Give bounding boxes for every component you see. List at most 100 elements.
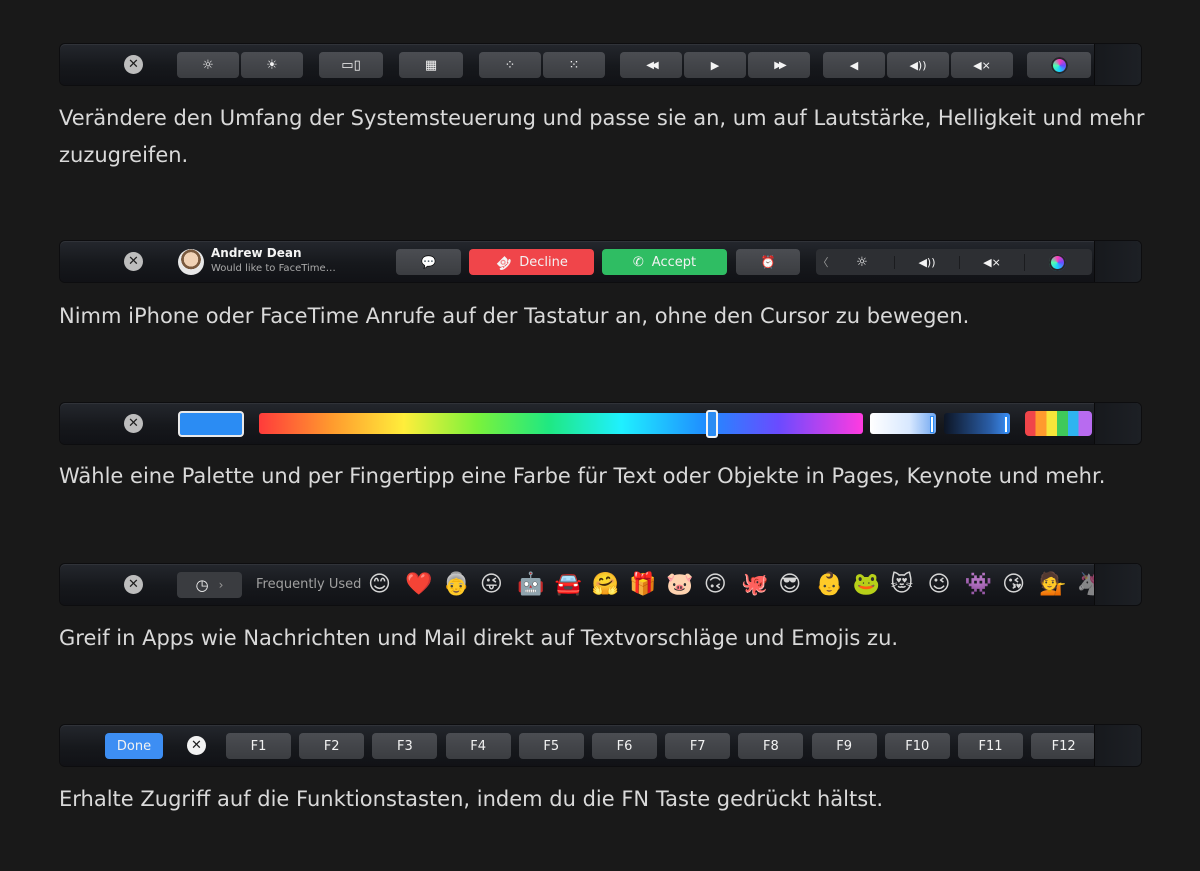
emoji-key[interactable]: 🐷 (666, 572, 693, 598)
touchbar-color-picker: ✕ (60, 403, 1141, 444)
function-key-label: F2 (323, 738, 340, 754)
function-key-f11[interactable]: F11 (958, 733, 1023, 759)
saturation-slider-thumb[interactable] (1004, 416, 1008, 433)
function-key-label: F6 (616, 738, 633, 754)
volume-key[interactable]: ◀)) (894, 255, 959, 269)
function-key-label: F12 (1051, 738, 1076, 754)
function-key-label: F11 (978, 738, 1003, 754)
function-key-label: F10 (905, 738, 930, 754)
brightness-key[interactable]: ☼ (830, 255, 894, 270)
emoji-key[interactable]: 😻 (890, 572, 913, 598)
saturation-slider[interactable] (944, 413, 1010, 434)
function-key-label: F8 (763, 738, 779, 754)
function-key-f9[interactable]: F9 (811, 733, 877, 759)
phone-icon: ✆ (632, 254, 644, 270)
palette-button[interactable] (1025, 411, 1092, 436)
chevron-left-icon[interactable]: 〈 (816, 254, 830, 270)
emoji-key[interactable]: 💁 (1039, 572, 1066, 598)
mute-key[interactable]: ◀⨯ (951, 52, 1013, 78)
brightness-up-key[interactable]: ☀ (241, 52, 303, 78)
emoji-key[interactable]: 😘 (1002, 572, 1025, 598)
function-key-f3[interactable]: F3 (372, 733, 438, 759)
close-icon[interactable]: ✕ (124, 252, 143, 271)
emoji-key[interactable]: 🤗 (592, 572, 619, 598)
chevron-right-icon: › (218, 578, 224, 592)
mission-control-icon: ▭▯ (341, 57, 361, 73)
volume-down-icon: ◀ (849, 58, 859, 72)
hue-slider-thumb[interactable] (706, 410, 718, 438)
remind-me-button[interactable]: ⏰ (736, 249, 800, 275)
selected-color-swatch[interactable] (178, 411, 244, 437)
emoji-category-button[interactable]: ◷ › (177, 572, 242, 598)
emoji-key[interactable]: 🐙 (741, 572, 768, 598)
close-icon[interactable]: ✕ (187, 736, 206, 755)
function-key-label: F3 (397, 738, 413, 754)
caption-emoji: Greif in Apps wie Nachrichten und Mail d… (59, 626, 899, 650)
touchbar-system-controls: ✕ ☼ ☀ ▭▯ ▦ ⁘ ⁙ ◀◀ ▶ ▶▶ ◀ ◀)) ◀⨯ (60, 44, 1141, 85)
emoji-key[interactable]: 👶 (816, 572, 843, 598)
accept-button[interactable]: ✆ Accept (602, 249, 727, 275)
emoji-key[interactable]: 🙃 (704, 572, 727, 598)
function-key-f1[interactable]: F1 (226, 733, 291, 759)
function-key-f7[interactable]: F7 (665, 733, 731, 759)
mission-control-key[interactable]: ▭▯ (319, 52, 383, 78)
function-key-f10[interactable]: F10 (884, 733, 950, 759)
close-icon[interactable]: ✕ (124, 575, 143, 594)
brightness-down-key[interactable]: ☼ (177, 52, 239, 78)
caller-status: Would like to FaceTime… (211, 263, 336, 274)
emoji-key[interactable]: 😊 (368, 572, 391, 598)
clock-icon: ◷ (195, 576, 209, 594)
emoji-key[interactable]: 🦄 (1077, 572, 1104, 598)
keyboard-light-up-icon: ⁙ (568, 57, 580, 73)
siri-key[interactable] (1024, 253, 1089, 271)
accept-label: Accept (651, 254, 697, 270)
emoji-key[interactable]: 🎁 (629, 572, 656, 598)
touchbar-function-keys: Done ✕ F1 F2 F3 F4 F5 F6 F7 F8 F9 F10 F11 F12 (60, 725, 1141, 766)
function-key-f2[interactable]: F2 (299, 733, 365, 759)
function-key-f5[interactable]: F5 (518, 733, 584, 759)
decline-label: Decline (519, 254, 568, 270)
message-button[interactable]: 💬 (396, 249, 461, 275)
caption-color-picker: Wähle eine Palette und per Fingertipp ei… (59, 464, 1106, 488)
function-key-f4[interactable]: F4 (445, 733, 511, 759)
close-icon[interactable]: ✕ (124, 55, 143, 74)
alarm-clock-icon: ⏰ (760, 255, 776, 269)
decline-button[interactable]: ☎ Decline (469, 249, 594, 275)
emoji-key[interactable]: 🐸 (853, 572, 880, 598)
launchpad-key[interactable]: ▦ (399, 52, 463, 78)
emoji-key[interactable]: 🤖 (517, 572, 544, 598)
fast-forward-icon: ▶▶ (774, 59, 787, 71)
brightness-slider-thumb[interactable] (930, 416, 934, 433)
siri-key[interactable] (1027, 52, 1091, 78)
siri-icon (1050, 56, 1068, 74)
caption-facetime: Nimm iPhone oder FaceTime Anrufe auf der… (59, 304, 970, 328)
emoji-key[interactable]: 👵 (443, 572, 470, 598)
emoji-key[interactable]: ❤️ (405, 572, 432, 598)
emoji-key[interactable]: 😎 (778, 572, 801, 598)
function-key-f6[interactable]: F6 (592, 733, 657, 759)
keyboard-light-down-key[interactable]: ⁘ (479, 52, 541, 78)
mute-icon: ◀⨯ (973, 58, 991, 72)
function-key-label: F7 (689, 738, 706, 754)
frequently-used-label: Frequently Used (256, 577, 362, 592)
emoji-key[interactable]: 😉 (928, 572, 951, 598)
brightness-down-icon: ☼ (202, 57, 214, 73)
emoji-key[interactable]: 👾 (965, 572, 992, 598)
play-key[interactable]: ▶ (684, 52, 746, 78)
function-key-f12[interactable]: F12 (1031, 733, 1097, 759)
brightness-slider[interactable] (870, 413, 936, 434)
touchbar-facetime-call: ✕ Andrew Dean Would like to FaceTime… 💬 … (60, 241, 1141, 282)
emoji-key[interactable]: 🚘 (555, 572, 582, 598)
hue-slider[interactable] (259, 413, 863, 434)
close-icon[interactable]: ✕ (124, 414, 143, 433)
volume-down-key[interactable]: ◀ (823, 52, 885, 78)
emoji-key[interactable]: 😜 (480, 572, 503, 598)
fast-forward-key[interactable]: ▶▶ (748, 52, 810, 78)
volume-up-key[interactable]: ◀)) (887, 52, 949, 78)
done-button[interactable]: Done (105, 733, 163, 759)
mute-key[interactable]: ◀⨯ (959, 255, 1024, 269)
caller-name: Andrew Dean (211, 246, 302, 260)
keyboard-light-up-key[interactable]: ⁙ (543, 52, 605, 78)
rewind-key[interactable]: ◀◀ (620, 52, 682, 78)
function-key-f8[interactable]: F8 (738, 733, 804, 759)
